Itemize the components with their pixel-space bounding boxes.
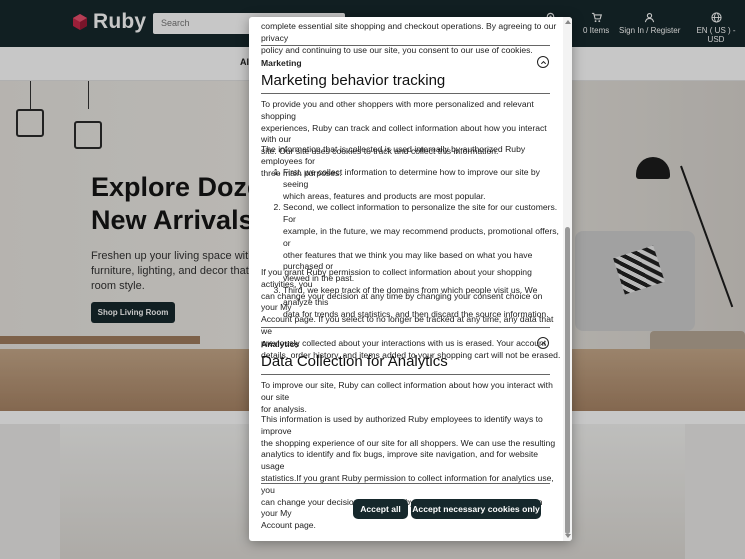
cookie-consent-modal: complete essential site shopping and che… [249,17,572,541]
section-divider [261,327,550,328]
modal-scrollbar[interactable] [563,17,572,541]
text-line: analytics to identify and fix bugs, impr… [261,449,539,472]
text-line: complete essential site shopping and che… [261,21,557,43]
text-line: previously collected about your interact… [261,337,547,348]
text-line: which areas, features and products are m… [283,190,486,201]
scrollbar-thumb[interactable] [565,227,570,534]
analytics-label: Analytics [261,339,300,349]
text-line: example, in the future, we may recommend… [283,225,559,248]
section-divider [261,483,550,484]
analytics-title: Data Collection for Analytics [261,353,448,370]
text-line: If you grant Ruby permission to collect … [261,267,532,289]
marketing-label: Marketing [261,58,302,68]
accept-necessary-button[interactable]: Accept necessary cookies only [411,499,541,519]
analytics-collapse-toggle[interactable] [537,337,549,349]
text-line: The information that is collected is use… [261,144,526,166]
text-line: This information is used by authorized R… [261,414,543,436]
text-line: To improve our site, Ruby can collect in… [261,380,553,402]
text-line: Account page. [261,520,316,531]
consent-scroll-area[interactable]: complete essential site shopping and che… [261,17,563,541]
text-line: statistics.If you grant Ruby permission … [261,472,554,495]
list-item: First, we collect information to determi… [283,167,561,202]
scroll-up-arrow-icon[interactable] [564,20,571,24]
title-underline [261,374,550,375]
section-divider [261,45,550,46]
scroll-down-arrow-icon[interactable] [564,534,571,538]
marketing-collapse-toggle[interactable] [537,56,549,68]
marketing-consent-text: If you grant Ruby permission to collect … [261,267,561,361]
text-line: To provide you and other shoppers with m… [261,99,534,121]
text-line: policy and continuing to use our site, y… [261,44,533,55]
text-line: can change your decision at any time by … [261,290,543,313]
text-line: First, we collect information to determi… [283,167,540,189]
text-line: the shopping experience of our site for … [261,437,556,448]
analytics-intro: To improve our site, Ruby can collect in… [261,380,561,415]
chevron-up-icon [540,60,546,64]
text-line: Second, we collect information to person… [283,202,558,225]
essential-text-tail: complete essential site shopping and che… [261,21,561,56]
chevron-up-icon [540,341,546,345]
accept-all-button[interactable]: Accept all [353,499,408,519]
title-underline [261,93,550,94]
marketing-title: Marketing behavior tracking [261,72,446,89]
text-line: experiences, Ruby can track and collect … [261,122,547,145]
text-line: Account page. If you select to no longer… [261,314,554,336]
